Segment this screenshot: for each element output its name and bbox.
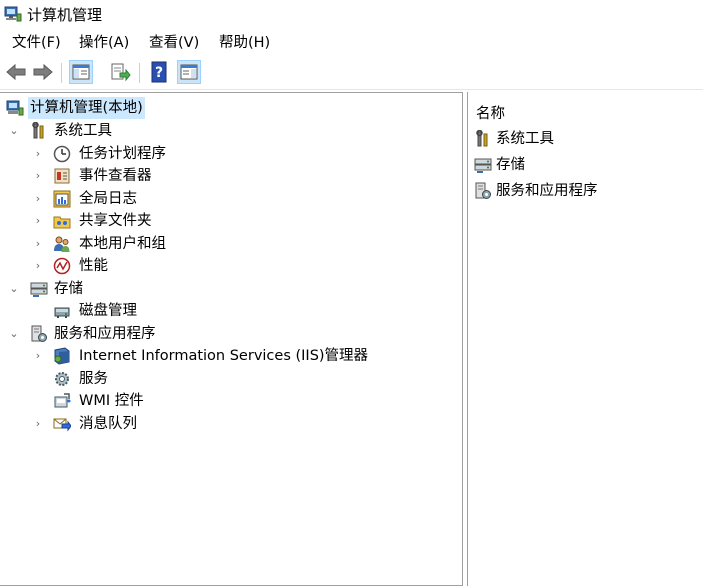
wmi-icon [53, 392, 71, 410]
tree-label-services: 服务 [79, 371, 108, 387]
tree-label-wmi: WMI 控件 [79, 393, 144, 409]
services-apps-icon [474, 182, 492, 200]
forward-icon[interactable] [31, 60, 55, 84]
menu-action[interactable]: 操作(A) [77, 33, 131, 53]
chevron-right-icon[interactable]: › [32, 165, 44, 187]
tree-label-disk-management: 磁盘管理 [79, 303, 137, 319]
users-icon [53, 235, 71, 253]
computer-management-icon [4, 6, 22, 22]
message-queue-icon [53, 415, 71, 433]
menu-file[interactable]: 文件(F) [10, 33, 63, 53]
export-list-icon[interactable] [108, 60, 132, 84]
chevron-down-icon[interactable]: ⌄ [8, 323, 20, 345]
chevron-down-icon[interactable]: ⌄ [8, 120, 20, 142]
tree-label-task-scheduler: 任务计划程序 [79, 146, 166, 162]
storage-icon [474, 156, 492, 174]
tree-label-storage: 存储 [54, 281, 83, 297]
menu-help[interactable]: 帮助(H) [217, 33, 272, 53]
event-viewer-icon [53, 167, 71, 185]
shared-folder-icon [53, 212, 71, 230]
tree-label-root: 计算机管理(本地) [28, 97, 145, 119]
chevron-right-icon[interactable]: › [32, 188, 44, 210]
show-hide-action-pane-icon[interactable] [177, 60, 201, 84]
back-icon[interactable] [4, 60, 28, 84]
clock-icon [53, 145, 71, 163]
list-item-label: 存储 [496, 157, 525, 173]
computer-management-icon [6, 99, 24, 117]
list-item-label: 系统工具 [496, 131, 554, 147]
chevron-right-icon[interactable]: › [32, 233, 44, 255]
chevron-right-icon[interactable]: › [32, 210, 44, 232]
services-apps-icon [30, 325, 48, 343]
tree-label-event-viewer: 事件查看器 [79, 168, 152, 184]
iis-icon [53, 347, 71, 365]
chevron-right-icon[interactable]: › [32, 413, 44, 435]
menu-bar: 文件(F) 操作(A) 查看(V) 帮助(H) [0, 30, 703, 56]
menu-view[interactable]: 查看(V) [147, 33, 201, 53]
toolbar: ? [0, 57, 703, 90]
chevron-down-icon[interactable]: ⌄ [8, 278, 20, 300]
disk-icon [53, 302, 71, 320]
help-icon[interactable]: ? [147, 60, 171, 84]
list-item-label: 服务和应用程序 [496, 183, 598, 199]
tools-icon [30, 122, 48, 140]
storage-icon [30, 280, 48, 298]
toolbar-separator [139, 63, 140, 83]
title-bar: 计算机管理 [0, 0, 703, 30]
tree-label-iis: Internet Information Services (IIS)管理器 [79, 348, 369, 364]
tree-label-global-log: 全局日志 [79, 191, 137, 207]
tree-label-performance: 性能 [79, 258, 108, 274]
toolbar-separator [61, 63, 62, 83]
navigation-tree[interactable]: 计算机管理(本地) ⌄ 系统工具 › 任务计划程序 › 事件查看器 › 全局日志… [0, 92, 463, 586]
tree-label-shared-folders: 共享文件夹 [79, 213, 152, 229]
chevron-right-icon[interactable]: › [32, 255, 44, 277]
tree-label-message-queue: 消息队列 [79, 416, 137, 432]
chevron-right-icon[interactable]: › [32, 143, 44, 165]
tools-icon [474, 130, 492, 148]
show-hide-tree-icon[interactable] [69, 60, 93, 84]
content-list[interactable]: 名称 系统工具 存储 服务和应用程序 [467, 92, 703, 586]
gear-icon [53, 370, 71, 388]
log-icon [53, 190, 71, 208]
tree-label-system-tools: 系统工具 [54, 123, 112, 139]
tree-label-local-users: 本地用户和组 [79, 236, 166, 252]
performance-icon [53, 257, 71, 275]
column-header-name[interactable]: 名称 [476, 102, 505, 123]
svg-text:?: ? [155, 65, 163, 81]
tree-label-services-apps: 服务和应用程序 [54, 326, 156, 342]
window-title: 计算机管理 [27, 6, 103, 24]
chevron-right-icon[interactable]: › [32, 345, 44, 367]
